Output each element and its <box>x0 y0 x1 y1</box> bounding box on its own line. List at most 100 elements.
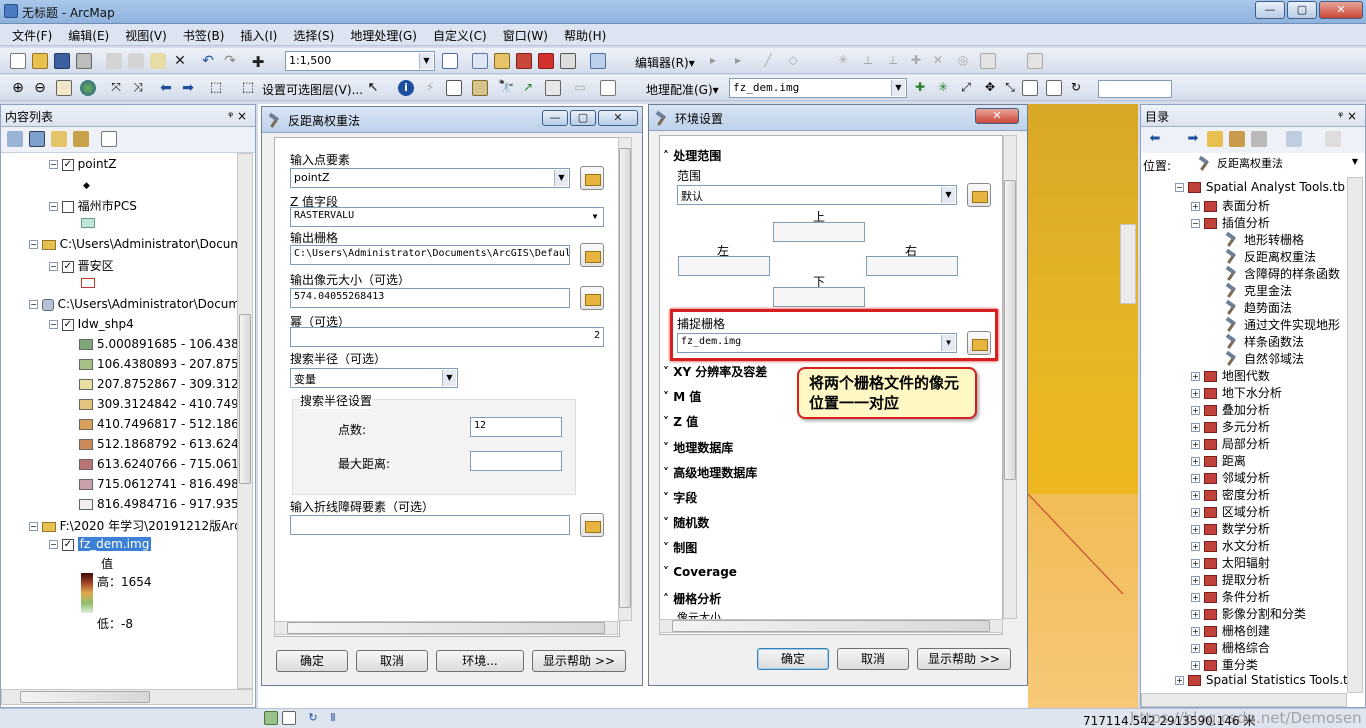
catalog-vertical-scrollbar[interactable] <box>1347 177 1363 693</box>
catalog-toolset-surface[interactable]: + 表面分析 <box>1191 197 1270 214</box>
catalog-toolset-item[interactable]: + 区域分析 <box>1191 503 1270 520</box>
expand-icon[interactable]: + <box>1191 661 1200 670</box>
expand-icon[interactable]: + <box>1191 508 1200 517</box>
paste-icon[interactable] <box>150 53 166 69</box>
catalog-tool-item[interactable]: 含障碍的样条函数 <box>1225 265 1340 282</box>
env-vertical-scrollbar[interactable] <box>1003 135 1017 619</box>
full-extent-icon[interactable] <box>80 80 96 96</box>
collapse-icon[interactable]: − <box>1175 183 1184 192</box>
layer-checkbox[interactable]: ✓ <box>61 318 74 331</box>
georef-layer-combo[interactable]: fz_dem.img ▼ <box>729 78 907 98</box>
georeferencing-menu[interactable]: 地理配准(G)▾ <box>646 81 719 98</box>
menu-item[interactable]: 文件(F) <box>6 24 58 44</box>
catalog-toolset-item[interactable]: + 叠加分析 <box>1191 401 1270 418</box>
toc-vertical-scrollbar[interactable] <box>237 153 253 689</box>
data-view-icon[interactable] <box>264 711 278 725</box>
menu-item[interactable]: 视图(V) <box>119 24 173 44</box>
undo-icon[interactable]: ↶ <box>200 53 216 69</box>
browse-extent-folder-icon[interactable] <box>967 183 991 207</box>
catalog-toolset-item[interactable]: + 水文分析 <box>1191 537 1270 554</box>
expand-icon[interactable]: + <box>1191 440 1200 449</box>
toc-layer-dem[interactable]: − ✓ fz_dem.img <box>1 537 152 551</box>
expand-icon[interactable]: + <box>1191 202 1200 211</box>
toc-source-folder[interactable]: − F:\2020 年学习\20191212版Arc <box>1 517 237 534</box>
catalog-toolset-item[interactable]: + 多元分析 <box>1191 418 1270 435</box>
catalog-tool-item[interactable]: 克里金法 <box>1225 282 1292 299</box>
catalog-tool-item[interactable]: 反距离权重法 <box>1225 248 1316 265</box>
catalog-pin-close[interactable]: ᵠ × <box>1338 109 1357 123</box>
menu-item[interactable]: 地理处理(G) <box>344 24 423 44</box>
catalog-toolset-item[interactable]: + 条件分析 <box>1191 588 1270 605</box>
idw-close-button[interactable]: ✕ <box>598 110 638 126</box>
editor-menu[interactable]: 编辑器(R)▾ <box>635 54 695 71</box>
toc-layer-fuzhou[interactable]: − 福州市PCS <box>1 197 137 214</box>
forward-icon[interactable]: ➡ <box>1185 131 1201 147</box>
expand-icon[interactable]: + <box>1191 525 1200 534</box>
pan-icon[interactable] <box>56 80 72 96</box>
catalog-toolbox-spatial-analyst[interactable]: − Spatial Analyst Tools.tb <box>1175 180 1345 194</box>
catalog-window-icon[interactable] <box>494 53 510 69</box>
browse-cell-size-folder-icon[interactable] <box>580 286 604 310</box>
options-icon[interactable] <box>101 131 117 147</box>
collapse-icon[interactable]: − <box>29 300 38 309</box>
find-icon[interactable]: 🔭 <box>498 80 514 96</box>
fixed-zoom-in-icon[interactable]: ⤧ <box>108 80 124 96</box>
env-vscroll-thumb[interactable] <box>1004 180 1016 480</box>
browse-input-folder-icon[interactable] <box>580 166 604 190</box>
expand-icon[interactable]: + <box>1191 542 1200 551</box>
list-by-visibility-icon[interactable] <box>51 131 67 147</box>
redo-icon[interactable]: ↷ <box>222 53 238 69</box>
auto-control-points-icon[interactable]: ✳ <box>935 80 951 96</box>
collapse-icon[interactable]: − <box>29 522 38 531</box>
map-scale-combo[interactable]: 1:1,500 ▼ <box>285 51 435 71</box>
delete-icon[interactable]: ✕ <box>172 53 188 69</box>
catalog-tool-item[interactable]: 样条函数法 <box>1225 333 1304 350</box>
catalog-toolset-item[interactable]: + 地图代数 <box>1191 367 1270 384</box>
catalog-horizontal-scrollbar[interactable] <box>1141 693 1347 707</box>
toc-layer-pointz[interactable]: − ✓ pointZ <box>1 157 116 171</box>
env-section-header[interactable]: ˅ XY 分辨率及容差 <box>663 363 767 380</box>
create-viewer-icon[interactable] <box>600 80 616 96</box>
catalog-toolset-item[interactable]: + 太阳辐射 <box>1191 554 1270 571</box>
env-section-header[interactable]: ˅ 字段 <box>663 489 697 506</box>
measure-icon[interactable] <box>472 80 488 96</box>
maximize-button[interactable]: ▢ <box>1287 1 1317 19</box>
menu-item[interactable]: 自定义(C) <box>427 24 493 44</box>
chevron-down-icon[interactable]: ▼ <box>588 209 602 225</box>
select-features-icon[interactable]: ⬚ <box>208 80 224 96</box>
idw-minimize-button[interactable]: — <box>542 110 568 126</box>
catalog-toolset-item[interactable]: + 邻域分析 <box>1191 469 1270 486</box>
catalog-toolset-item[interactable]: + 数学分析 <box>1191 520 1270 537</box>
env-section-header[interactable]: ˅ Z 值 <box>663 413 698 430</box>
modelbuilder-icon[interactable] <box>590 53 606 69</box>
catalog-toolset-item[interactable]: + 局部分析 <box>1191 435 1270 452</box>
list-by-selection-icon[interactable] <box>73 131 89 147</box>
expand-icon[interactable]: + <box>1191 644 1200 653</box>
time-slider-icon[interactable]: ▭ <box>572 80 588 96</box>
env-horizontal-scrollbar[interactable] <box>659 619 1003 633</box>
collapse-icon[interactable]: − <box>49 202 58 211</box>
arctoolbox-icon[interactable] <box>516 53 532 69</box>
env-section-header[interactable]: ˅ 高级地理数据库 <box>663 464 757 481</box>
browse-barrier-folder-icon[interactable] <box>580 513 604 537</box>
number-of-points-field[interactable]: 12 <box>470 417 562 437</box>
catalog-tool-item[interactable]: 地形转栅格 <box>1225 231 1304 248</box>
list-by-source-icon[interactable] <box>29 131 45 147</box>
collapse-icon[interactable]: − <box>1191 219 1200 228</box>
add-data-icon[interactable]: ✚ <box>250 53 266 71</box>
layer-checkbox[interactable]: ✓ <box>61 158 74 171</box>
extent-top-field[interactable] <box>773 222 865 242</box>
layer-checkbox[interactable]: ✓ <box>61 538 74 551</box>
menu-item[interactable]: 编辑(E) <box>62 24 115 44</box>
forward-icon[interactable]: ➡ <box>180 80 196 96</box>
expand-icon[interactable]: + <box>1191 389 1200 398</box>
idw-maximize-button[interactable]: ▢ <box>570 110 596 126</box>
catalog-tool-item[interactable]: 通过文件实现地形 <box>1225 316 1340 333</box>
collapse-icon[interactable]: − <box>49 262 58 271</box>
env-section-header[interactable]: ˄ 栅格分析 <box>663 590 721 607</box>
menu-item[interactable]: 窗口(W) <box>497 24 554 44</box>
env-close-button[interactable]: ✕ <box>975 108 1019 124</box>
set-selectable-layers[interactable]: 设置可选图层(V)... <box>262 81 363 98</box>
connect-folder-icon[interactable] <box>1251 131 1267 147</box>
copy-icon[interactable] <box>128 53 144 69</box>
